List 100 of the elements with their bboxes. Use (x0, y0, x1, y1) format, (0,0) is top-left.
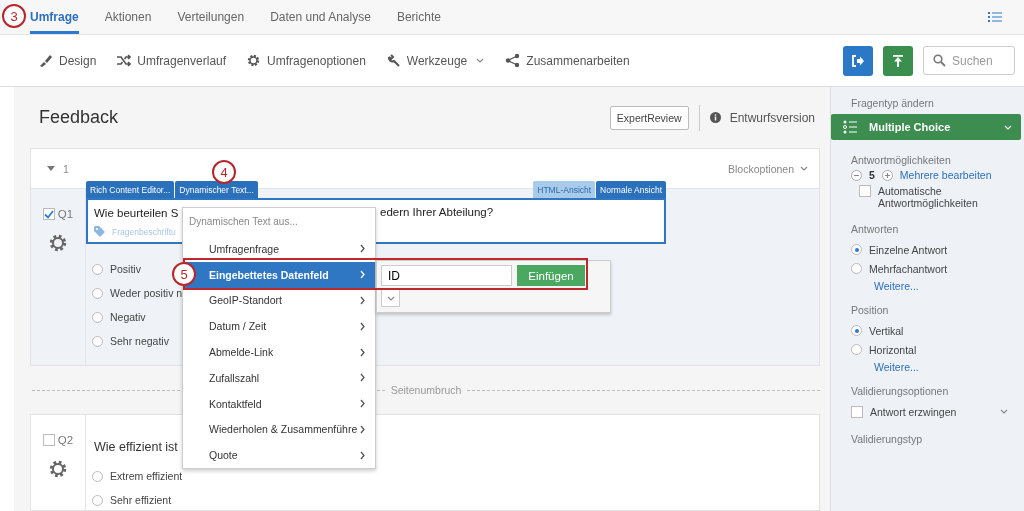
expert-review-button[interactable]: ExpertReview (609, 105, 689, 130)
field-name-input[interactable]: ID (381, 265, 512, 286)
tag-icon (94, 226, 106, 237)
radio-button[interactable] (92, 335, 103, 347)
choice-count: 5 (869, 169, 875, 181)
choice-label: Sehr negativ (110, 335, 169, 347)
menu-item[interactable]: Abmelde-Link (183, 339, 375, 365)
chevron-icon (359, 347, 366, 357)
chevron-icon (359, 450, 366, 460)
toolbar-button[interactable]: Umfragenverlauf (116, 53, 227, 68)
editor-tab[interactable]: Rich Content Editor... (86, 181, 175, 198)
collapse-icon[interactable] (47, 165, 55, 172)
shuffle-icon (116, 53, 132, 68)
chevron-icon (359, 399, 366, 409)
upload-icon (891, 53, 905, 68)
toolbar-button[interactable]: Umfragenoptionen (246, 53, 366, 68)
publish-button[interactable] (883, 45, 913, 76)
section-label: Validierungsoptionen (851, 385, 950, 397)
option-label: Einzelne Antwort (869, 243, 949, 256)
radio-button[interactable] (92, 287, 103, 299)
question-number: Q2 (57, 434, 74, 446)
choice-label: Positiv (110, 263, 141, 275)
search-field[interactable]: Suchen (923, 46, 1015, 75)
question-label-hint: Fragenbeschriftu (112, 226, 176, 237)
radio-button[interactable] (92, 470, 103, 482)
section-label: Validierungstyp (851, 433, 923, 445)
menu-item[interactable]: Datum / Zeit (183, 313, 375, 340)
chevron-icon (359, 244, 366, 254)
share-icon (505, 53, 521, 68)
choice-label: Weder positiv n (110, 287, 183, 299)
chevron-icon (359, 270, 366, 280)
section-label: Position (851, 304, 890, 316)
chevron-icon (359, 296, 366, 305)
block-number: 1 (63, 162, 69, 175)
question-type-dropdown[interactable]: Multiple Choice (831, 114, 1021, 140)
preview-button[interactable] (843, 45, 873, 76)
caret-icon (799, 164, 809, 173)
checkbox[interactable] (851, 405, 863, 418)
checkbox[interactable] (42, 208, 55, 220)
section-label: Antworten (851, 223, 900, 235)
checkbox[interactable] (42, 434, 55, 446)
view-tab[interactable]: HTML-Ansicht (533, 181, 596, 198)
brush-icon (38, 53, 53, 68)
list-icon (843, 120, 857, 134)
choice-label: Sehr effizient (110, 494, 172, 506)
plus-icon[interactable] (881, 169, 893, 181)
list-icon[interactable] (988, 11, 1002, 23)
option-label: Horizontal (869, 343, 918, 356)
toolbar-button[interactable]: Zusammenarbeiten (505, 53, 630, 68)
radio-button[interactable] (851, 344, 862, 355)
radio-button[interactable] (851, 325, 862, 336)
menu-item[interactable]: Kontaktfeld (183, 390, 375, 417)
nav-tab[interactable]: Umfrage (30, 0, 79, 34)
view-tab[interactable]: Normale Ansicht (596, 181, 666, 198)
caret-icon (475, 56, 486, 65)
question-text: Wie effizient ist (93, 440, 179, 454)
chevron-icon (359, 424, 366, 434)
wrench-icon (385, 53, 401, 68)
option-label: Antwort erzwingen (870, 405, 958, 418)
radio-button[interactable] (92, 311, 103, 323)
more-link[interactable]: Weitere... (851, 278, 1014, 292)
radio-button[interactable] (851, 244, 862, 255)
menu-item[interactable]: Wiederholen & Zusammenführe (183, 416, 375, 443)
question-number: Q1 (57, 208, 74, 220)
version-label: Entwurfsversion (729, 110, 815, 125)
option-label: Vertikal (869, 324, 905, 337)
nav-tab[interactable]: Verteilungen (177, 0, 245, 34)
menu-item[interactable]: Zufallszahl (183, 365, 375, 391)
nav-tab[interactable]: Aktionen (104, 0, 152, 34)
option-label: Mehrfachantwort (869, 262, 949, 275)
question-text: Wie beurteilen S (94, 207, 179, 219)
minus-icon[interactable] (851, 169, 862, 181)
gear-icon (246, 53, 262, 68)
search-icon (933, 54, 946, 67)
chevron-icon (359, 373, 366, 383)
info-icon (709, 112, 721, 123)
menu-item[interactable]: Quote (183, 442, 375, 469)
radio-button[interactable] (92, 494, 103, 506)
radio-button[interactable] (92, 263, 103, 275)
choice-label: Extrem effizient (110, 470, 183, 482)
gear-icon[interactable] (48, 233, 68, 253)
section-label: Antwortmöglichkeiten (851, 154, 952, 166)
nav-tab[interactable]: Berichte (396, 0, 441, 34)
caret-icon (999, 407, 1009, 416)
option-label: Automatische Antwortmöglichkeiten (878, 185, 979, 209)
edit-multiple-link[interactable]: Mehrere bearbeiten (899, 169, 992, 181)
toolbar-button[interactable]: Werkzeuge (385, 53, 486, 68)
radio-button[interactable] (851, 263, 862, 274)
page-break-label: Seitenumbruch (390, 384, 462, 396)
chevron-icon (359, 321, 366, 331)
checkbox[interactable] (859, 185, 871, 197)
check-icon (43, 209, 54, 219)
block-options-button[interactable]: Blockoptionen (728, 162, 809, 175)
gear-icon[interactable] (48, 459, 68, 479)
editor-tab[interactable]: Dynamischer Text... (175, 181, 258, 198)
more-link[interactable]: Weitere... (851, 359, 1014, 373)
exit-icon (851, 53, 865, 68)
nav-tab[interactable]: Daten und Analyse (270, 0, 371, 34)
toolbar-button[interactable]: Design (38, 53, 97, 68)
menu-item[interactable]: GeoIP-Standort (183, 287, 375, 314)
